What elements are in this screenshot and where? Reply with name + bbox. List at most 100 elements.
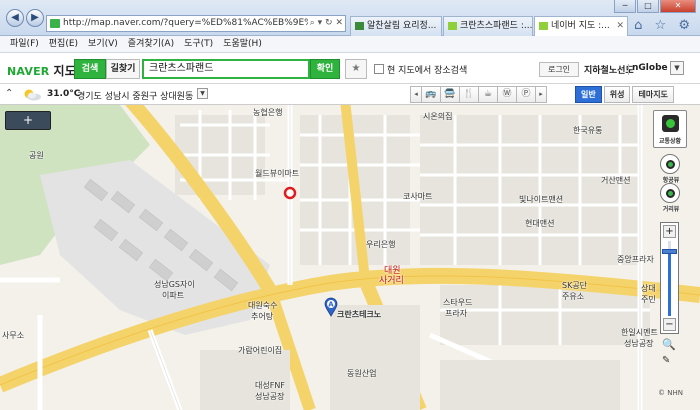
map-label[interactable]: 성남GS자이 [154, 279, 195, 290]
menu-file[interactable]: 파일(F) [0, 36, 44, 53]
map-label[interactable]: 주민 [641, 294, 656, 305]
map-type-normal[interactable]: 일반 [575, 86, 602, 103]
map-toolbar: ⌃ 31.0°C 경기도 성남시 중원구 상대원동 ▼ ◂ 🚌 🚍 🍴 ☕ Ⓦ Ⓟ ▸ 일반 위… [0, 85, 700, 105]
confirm-button[interactable]: 확인 [310, 59, 340, 79]
subway-map-link[interactable]: 지하철노선도 [584, 63, 634, 76]
collapse-icon[interactable]: ⌃ [5, 88, 13, 99]
browser-toolbar-icons[interactable]: ⌂ ☆ ⚙ [634, 18, 694, 33]
tab-favicon-icon [355, 22, 364, 30]
chevron-down-icon[interactable]: ▼ [670, 61, 684, 75]
menu-tools[interactable]: 도구(T) [179, 36, 218, 53]
tab-label: 네이버 지도 :... [551, 21, 610, 31]
map-label[interactable]: 이파트 [162, 290, 184, 301]
search-input[interactable]: 크란츠스파랜드 [142, 59, 310, 79]
tab-naver-map[interactable]: 네이버 지도 :... ✕ [534, 16, 628, 36]
map-label[interactable]: 코사마트 [403, 191, 432, 202]
expand-panel-button[interactable]: + [5, 111, 51, 130]
minimize-button[interactable]: ─ [614, 0, 636, 13]
search-tab-button[interactable]: 검색 [74, 59, 106, 79]
coach-icon[interactable]: 🚍 [440, 86, 460, 103]
naver-map-header: NAVER 지도 검색 길찾기 크란츠스파랜드 확인 ★ 현 지도에서 장소검색… [0, 54, 700, 84]
traffic-button[interactable]: 교통상황 [653, 110, 687, 148]
map-label[interactable]: 상대 [641, 283, 656, 294]
weather-partly-cloudy-icon [24, 89, 41, 101]
naver-map-logo[interactable]: NAVER 지도 [7, 62, 76, 79]
menu-view[interactable]: 보기(V) [83, 36, 123, 53]
login-button[interactable]: 로그인 [539, 62, 579, 77]
map-label[interactable]: 가람어린이집 [238, 345, 282, 356]
map-label[interactable]: 대원숙수 [248, 300, 277, 311]
map-label[interactable]: 거산맨션 [601, 175, 630, 186]
magnifier-icon[interactable]: 🔍 [662, 338, 676, 351]
logo-service: 지도 [53, 64, 76, 78]
map-label[interactable]: 월드뷰이마트 [255, 168, 299, 179]
map-label[interactable]: 사무소 [2, 330, 24, 341]
temperature: 31.0°C [47, 89, 81, 99]
bus-icon[interactable]: 🚌 [421, 86, 441, 103]
restaurant-icon[interactable]: 🍴 [459, 86, 479, 103]
zoom-control: + − [660, 222, 679, 334]
map-label[interactable]: 성남공장 [255, 391, 284, 402]
tab-recipes[interactable]: 알찬살림 요리정... [350, 16, 442, 36]
map-label[interactable]: SK공단 [562, 280, 587, 291]
map-label[interactable]: 대성FNF [255, 380, 285, 391]
traffic-label: 교통상황 [658, 138, 682, 145]
search-here-checkbox[interactable] [374, 64, 384, 74]
map-label[interactable]: 주유소 [562, 291, 584, 302]
map-label[interactable]: 추어탕 [251, 311, 273, 322]
map-label[interactable]: 사거리 [379, 273, 404, 286]
forward-button[interactable]: ▶ [26, 9, 44, 27]
map-label[interactable]: 한일시멘트 [621, 327, 658, 338]
maximize-button[interactable]: □ [637, 0, 659, 13]
map-label[interactable]: 빛나이트맨션 [519, 194, 563, 205]
tab-label: 알찬살림 요리정... [367, 21, 437, 31]
map-label[interactable]: 시온의집 [423, 111, 452, 122]
cafe-icon[interactable]: ☕ [478, 86, 498, 103]
tab-kranz-spaland[interactable]: 크란츠스파랜드 :... [443, 16, 533, 36]
nglobe-link[interactable]: nGlobe [632, 63, 668, 73]
map-label[interactable]: 동원산업 [347, 368, 376, 379]
map-label[interactable]: 중앙프라자 [617, 254, 654, 265]
location-marker-a-icon[interactable]: A [324, 297, 338, 317]
address-bar[interactable]: http://map.naver.com/?query=%ED%81%AC%EB… [46, 15, 346, 32]
close-window-button[interactable]: ✕ [660, 0, 696, 13]
parking-icon[interactable]: Ⓟ [516, 86, 536, 103]
map-label[interactable]: 현대맨션 [525, 218, 554, 229]
zoom-slider-handle[interactable] [662, 249, 677, 254]
poi-filter-bar: ◂ 🚌 🚍 🍴 ☕ Ⓦ Ⓟ ▸ [410, 86, 547, 103]
aerial-view-button[interactable] [660, 154, 680, 174]
street-view-button[interactable] [660, 183, 680, 203]
measure-icon[interactable]: ✎ [662, 355, 670, 366]
map-label[interactable]: 크란츠테크노 [337, 309, 381, 320]
map-canvas[interactable]: A 공원 농협은행 월드뷰이마트 시온의집 한국유통 거산맨션 코사마트 빛나이… [0, 105, 700, 410]
poi-next-icon[interactable]: ▸ [535, 86, 547, 103]
aerial-view-icon [666, 160, 675, 169]
map-label[interactable]: 스타우드 [443, 297, 472, 308]
favorite-star-icon[interactable]: ★ [345, 59, 367, 79]
marker-letter: A [328, 301, 334, 309]
zoom-out-button[interactable]: − [663, 318, 676, 331]
tab-close-icon[interactable]: ✕ [616, 17, 624, 35]
search-here-label: 현 지도에서 장소검색 [387, 66, 468, 76]
map-type-theme[interactable]: 테마지도 [632, 86, 674, 103]
map-label[interactable]: 우리은행 [366, 239, 395, 250]
map-label[interactable]: 농협은행 [253, 107, 282, 118]
menu-edit[interactable]: 편집(E) [44, 36, 83, 53]
menu-help[interactable]: 도움말(H) [218, 36, 267, 53]
route-tab-button[interactable]: 길찾기 [106, 59, 140, 79]
menu-bar: 파일(F) 편집(E) 보기(V) 즐겨찾기(A) 도구(T) 도움말(H) [0, 36, 700, 53]
map-type-satellite[interactable]: 위성 [603, 86, 631, 103]
zoom-in-button[interactable]: + [663, 225, 676, 238]
naver-favicon-icon [50, 19, 60, 28]
menu-favorites[interactable]: 즐겨찾기(A) [123, 36, 179, 53]
street-view-label: 거리뷰 [662, 206, 680, 213]
address-text: http://map.naver.com/?query=%ED%81%AC%EB… [63, 18, 325, 28]
map-label[interactable]: 한국유통 [573, 125, 602, 136]
map-label[interactable]: 성남공장 [624, 338, 653, 349]
map-label[interactable]: 공원 [29, 150, 44, 161]
address-bar-icons[interactable]: ⌕ ▾ ↻ ✕ [307, 16, 343, 31]
wifi-icon[interactable]: Ⓦ [497, 86, 517, 103]
location-dropdown-icon[interactable]: ▼ [197, 88, 208, 99]
back-button[interactable]: ◀ [6, 9, 24, 27]
map-label[interactable]: 프라자 [445, 308, 467, 319]
